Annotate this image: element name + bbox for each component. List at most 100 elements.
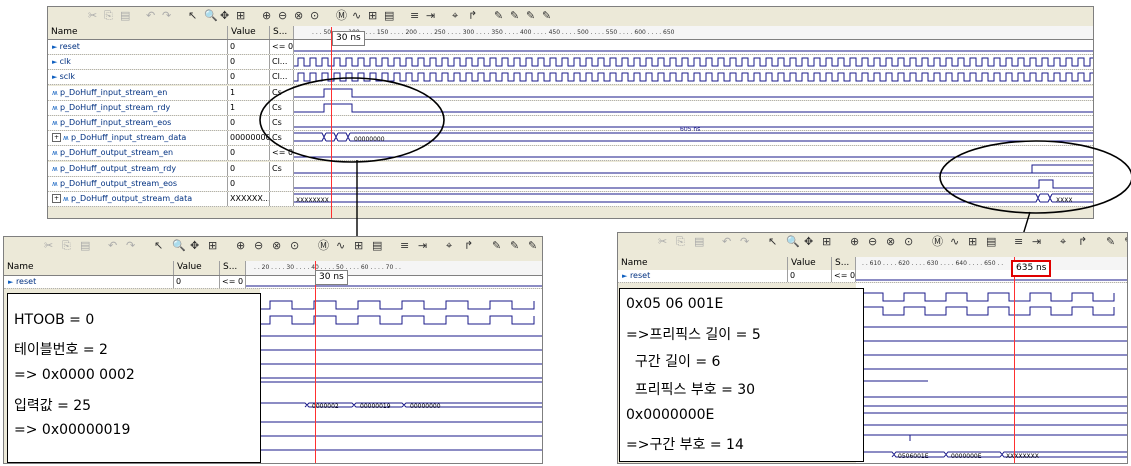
step-icon[interactable]: ⇥ (1032, 235, 1041, 249)
zoom-in-icon[interactable]: ⊕ (850, 235, 859, 249)
copy-icon[interactable]: ⎘ (104, 9, 113, 23)
select-arrow-icon[interactable]: ↖ (188, 9, 197, 23)
cut-icon[interactable]: ✂ (88, 9, 97, 23)
wave-icon[interactable]: ∿ (352, 9, 361, 23)
signal-wave[interactable] (294, 40, 1093, 54)
move-icon[interactable]: ✥ (190, 239, 199, 253)
name-column-header[interactable]: Name (618, 257, 788, 270)
signal-wave[interactable] (856, 270, 1127, 282)
copy-icon[interactable]: ⎘ (676, 235, 685, 249)
signal-row[interactable]: ► sclk 0 Cl... (48, 70, 1093, 86)
select-arrow-icon[interactable]: ↖ (768, 235, 777, 249)
cut-icon[interactable]: ✂ (658, 235, 667, 249)
zoom-in-icon[interactable]: ⊕ (262, 9, 271, 23)
zoom-full-icon[interactable]: ⊙ (290, 239, 299, 253)
zoom-full-icon[interactable]: ⊙ (904, 235, 913, 249)
value-column-header[interactable]: Value (788, 257, 832, 270)
bus-icon[interactable]: Ⓜ (932, 235, 943, 249)
undo-icon[interactable]: ↶ (108, 239, 117, 253)
undo-icon[interactable]: ↶ (146, 9, 155, 23)
binoculars-icon[interactable]: ⌖ (452, 9, 458, 23)
value-column-header[interactable]: Value (228, 26, 270, 39)
bus-icon[interactable]: Ⓜ (336, 9, 347, 23)
move-icon[interactable]: ✥ (220, 9, 229, 23)
pen-icon[interactable]: ✎ (494, 9, 503, 23)
paste-icon[interactable]: ▤ (80, 239, 90, 253)
grid-icon[interactable]: ≡ (400, 239, 409, 253)
time-cursor[interactable] (315, 261, 316, 463)
pen3-icon[interactable]: ✎ (526, 9, 535, 23)
signal-row[interactable]: ʍ p_DoHuff_input_stream_rdy 1 Cs (48, 100, 1093, 116)
region-zoom-icon[interactable]: ⊞ (208, 239, 217, 253)
expand-icon[interactable]: + (52, 194, 61, 203)
name-column-header[interactable]: Name (48, 26, 228, 39)
signal-row[interactable]: ► reset 0 <= 0 (48, 40, 1093, 55)
pen2-icon[interactable]: ✎ (510, 9, 519, 23)
move-icon[interactable]: ✥ (804, 235, 813, 249)
signal-wave[interactable] (294, 100, 1093, 115)
pen4-icon[interactable]: ✎ (542, 9, 551, 23)
region-zoom-icon[interactable]: ⊞ (822, 235, 831, 249)
pen-icon[interactable]: ✎ (492, 239, 501, 253)
search-next-icon[interactable]: ↱ (1078, 235, 1087, 249)
marker-icon[interactable]: ▤ (372, 239, 382, 253)
region-zoom-icon[interactable]: ⊞ (236, 9, 245, 23)
signal-row[interactable]: + ʍ p_DoHuff_input_stream_data 00000000 Cs 0… (48, 131, 1093, 147)
paste-icon[interactable]: ▤ (694, 235, 704, 249)
find-icon[interactable]: ⊞ (368, 9, 377, 23)
zoom-out-icon[interactable]: ⊖ (254, 239, 263, 253)
zoom-in-icon[interactable]: ⊕ (236, 239, 245, 253)
signal-row[interactable]: ʍ p_DoHuff_output_stream_eos 0 (48, 176, 1093, 192)
cut-icon[interactable]: ✂ (44, 239, 53, 253)
zoom-icon[interactable]: 🔍 (204, 9, 218, 23)
pen2-icon[interactable]: ✎ (1124, 235, 1127, 249)
zoom-fit-icon[interactable]: ⊗ (272, 239, 281, 253)
redo-icon[interactable]: ↷ (740, 235, 749, 249)
bus-icon[interactable]: Ⓜ (318, 239, 329, 253)
signal-wave[interactable] (294, 55, 1093, 70)
time-ruler[interactable]: . . 610 . . . . 620 . . . . 630 . . . . … (856, 257, 1127, 270)
find-icon[interactable]: ⊞ (354, 239, 363, 253)
redo-icon[interactable]: ↷ (126, 239, 135, 253)
search-next-icon[interactable]: ↱ (468, 9, 477, 23)
signal-wave[interactable] (294, 176, 1093, 191)
signal-row-reset[interactable]: ► reset 0 <= 0 (4, 276, 542, 289)
zoom-full-icon[interactable]: ⊙ (310, 9, 319, 23)
grid-icon[interactable]: ≡ (410, 9, 419, 23)
s-column-header[interactable]: S... (832, 257, 856, 270)
signal-row[interactable]: ʍ p_DoHuff_output_stream_en 0 <= 0 (48, 146, 1093, 162)
select-arrow-icon[interactable]: ↖ (154, 239, 163, 253)
redo-icon[interactable]: ↷ (162, 9, 171, 23)
zoom-out-icon[interactable]: ⊖ (278, 9, 287, 23)
step-icon[interactable]: ⇥ (418, 239, 427, 253)
wave-icon[interactable]: ∿ (336, 239, 345, 253)
paste-icon[interactable]: ▤ (120, 9, 130, 23)
signal-wave[interactable]: 00000000 (294, 131, 1093, 146)
expand-icon[interactable]: + (52, 133, 61, 143)
undo-icon[interactable]: ↶ (722, 235, 731, 249)
name-column-header[interactable]: Name (4, 261, 174, 275)
pen2-icon[interactable]: ✎ (510, 239, 519, 253)
copy-icon[interactable]: ⎘ (62, 239, 71, 253)
signal-wave[interactable] (294, 161, 1093, 176)
grid-icon[interactable]: ≡ (1014, 235, 1023, 249)
zoom-fit-icon[interactable]: ⊗ (886, 235, 895, 249)
time-ruler[interactable]: . . 20 . . . . 30 . . . . 40 . . . . 50 … (246, 261, 542, 275)
step-icon[interactable]: ⇥ (426, 9, 435, 23)
marker-icon[interactable]: ▤ (384, 9, 394, 23)
signal-row[interactable]: + ʍ p_DoHuff_output_stream_data XXXXXX... X… (48, 192, 1093, 207)
binoculars-icon[interactable]: ⌖ (446, 239, 452, 253)
signal-wave[interactable] (294, 146, 1093, 161)
pen3-icon[interactable]: ✎ (528, 239, 537, 253)
binoculars-icon[interactable]: ⌖ (1060, 235, 1066, 249)
signal-wave[interactable] (294, 70, 1093, 85)
wave-icon[interactable]: ∿ (950, 235, 959, 249)
pen-icon[interactable]: ✎ (1106, 235, 1115, 249)
s-column-header[interactable]: S... (220, 261, 246, 275)
signal-wave[interactable]: XXXXXXXX XXXX (294, 192, 1093, 206)
signal-row[interactable]: ʍ p_DoHuff_input_stream_en 1 Cs (48, 85, 1093, 101)
signal-wave[interactable] (294, 85, 1093, 100)
signal-wave[interactable] (246, 276, 542, 288)
zoom-icon[interactable]: 🔍 (786, 235, 800, 249)
time-ruler[interactable]: . . . 50 . . . . 100 . . . . 150 . . . .… (294, 26, 1093, 39)
